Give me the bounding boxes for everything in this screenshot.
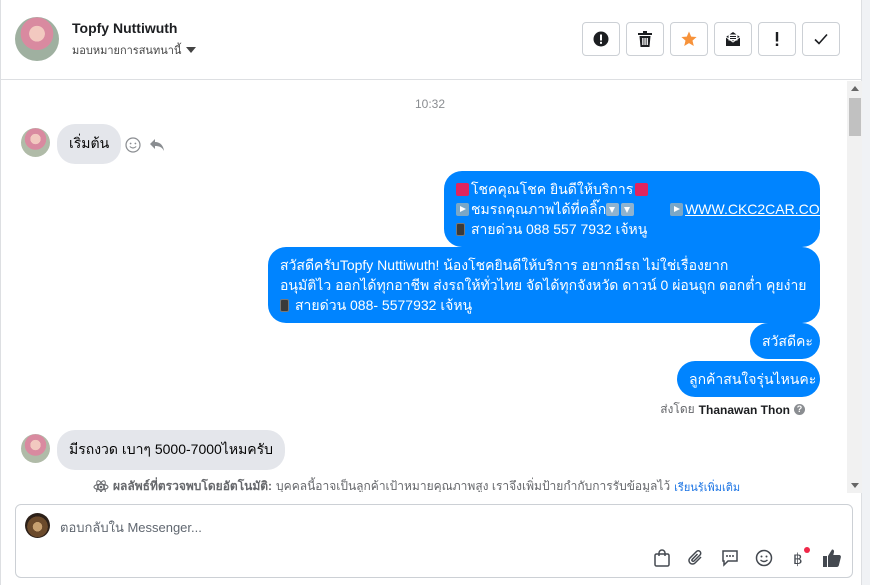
mark-unread-button[interactable] (714, 22, 752, 56)
inbox-conversation-panel: Topfy Nuttiwuth มอบหมายการสนทนานี้ 10:32… (0, 0, 863, 585)
follow-up-button[interactable] (758, 22, 796, 56)
mobile-phone-icon (280, 299, 289, 312)
window-scrollbar[interactable] (862, 0, 870, 585)
outgoing-message: สวัสดีคะ (750, 323, 820, 359)
message-text: สายด่วน 088- 5577932 เจ้หนู (295, 297, 473, 313)
incoming-message: มีรถงวด เบาๆ 5000-7000ไหมครับ (57, 430, 286, 470)
auto-detected-text: บุคคลนี้อาจเป็นลูกค้าเป้าหมายคุณภาพสูง เ… (276, 479, 671, 492)
incoming-message: เริ่มต้น (57, 124, 122, 164)
message-text: อนุมัติไว ออกได้ทุกอาชีพ ส่งรถให้ทั่วไทย… (280, 277, 807, 293)
page-avatar (25, 513, 50, 538)
red-square-icon (456, 183, 469, 196)
shopping-bag-icon[interactable] (652, 548, 672, 568)
conversation-toolbar (582, 22, 840, 56)
outgoing-message: ลูกค้าสนใจรุ่นไหนคะ (677, 361, 820, 397)
play-button-icon (670, 203, 684, 216)
star-icon (681, 31, 697, 46)
message-text: สวัสดีครับTopfy Nuttiwuth! น้องโชคยินดีใ… (280, 257, 729, 273)
auto-detected-note: ผลลัพธ์ที่ตรวจพบโดยอัตโนมัติ: บุคคลนี้อา… (93, 477, 740, 492)
star-button[interactable] (670, 22, 708, 56)
paperclip-icon[interactable] (686, 548, 706, 568)
caret-down-icon (186, 47, 197, 53)
reply-icon[interactable] (149, 138, 165, 152)
message-text: สายด่วน 088 557 7932 เจ้หนู (471, 221, 648, 237)
svg-text:฿: ฿ (793, 550, 803, 567)
auto-detected-title: ผลลัพธ์ที่ตรวจพบโดยอัตโนมัติ: (113, 479, 273, 492)
sent-by-label: ส่งโดย Thanawan Thon ? (660, 400, 805, 419)
message-actions (125, 137, 165, 153)
info-icon[interactable]: ? (794, 404, 805, 415)
mark-done-button[interactable] (802, 22, 840, 56)
assign-conversation-dropdown[interactable]: มอบหมายการสนทนานี้ (72, 41, 197, 59)
outgoing-message: โชคคุณโชค ยินดีให้บริการ ชมรถคุณภาพได้ที… (444, 171, 831, 247)
message-line: ชมรถคุณภาพได้ที่คลิ๊ก WWW.CKC2CAR.COM (456, 199, 831, 219)
contact-avatar-small (21, 128, 50, 157)
baht-payment-icon[interactable]: ฿ (788, 547, 810, 568)
trash-icon (638, 31, 652, 47)
check-icon (814, 33, 828, 45)
down-arrow-icon (621, 203, 635, 216)
sent-by-prefix: ส่งโดย (660, 402, 695, 416)
red-square-icon (635, 183, 649, 196)
contact-avatar-small (21, 434, 50, 463)
scroll-down-arrow-icon[interactable] (851, 483, 859, 488)
mobile-phone-icon (456, 223, 465, 236)
atom-icon (93, 479, 109, 492)
emoji-icon[interactable] (754, 548, 774, 568)
saved-reply-icon[interactable] (720, 548, 740, 568)
contact-avatar[interactable] (15, 17, 59, 61)
conversation-header: Topfy Nuttiwuth มอบหมายการสนทนานี้ (1, 0, 863, 80)
message-text: โชคคุณโชค ยินดีให้บริการ (471, 181, 634, 197)
alert-circle-icon (593, 31, 609, 47)
delete-button[interactable] (626, 22, 664, 56)
thumbs-up-icon[interactable] (822, 548, 842, 568)
emoji-reaction-icon[interactable] (125, 137, 141, 153)
sender-name: Thanawan Thon (698, 402, 790, 417)
reply-composer: ฿ (15, 504, 853, 578)
down-arrow-icon (606, 203, 620, 216)
composer-toolbar: ฿ (652, 547, 842, 568)
notification-dot (804, 547, 810, 553)
mark-spam-button[interactable] (582, 22, 620, 56)
contact-name[interactable]: Topfy Nuttiwuth (72, 20, 178, 36)
scroll-up-arrow-icon[interactable] (851, 86, 859, 91)
play-button-icon (456, 203, 469, 216)
envelope-icon (725, 32, 741, 46)
message-line: สายด่วน 088 557 7932 เจ้หนู (456, 219, 808, 239)
assign-label: มอบหมายการสนทนานี้ (72, 45, 182, 57)
message-line: สายด่วน 088- 5577932 เจ้หนู (280, 295, 808, 315)
exclamation-icon (775, 32, 779, 46)
scrollbar-thumb[interactable] (849, 98, 861, 136)
message-line: โชคคุณโชค ยินดีให้บริการ (456, 179, 808, 199)
thread-scrollbar[interactable] (847, 81, 863, 493)
website-link[interactable]: WWW.CKC2CAR.COM (685, 201, 831, 217)
message-thread[interactable]: 10:32 เริ่มต้น โชคคุณโชค ยินดีให้บริการ … (1, 80, 847, 492)
reply-input[interactable] (60, 517, 760, 537)
message-text: ชมรถคุณภาพได้ที่คลิ๊ก (471, 201, 607, 217)
learn-more-link[interactable]: เรียนรู้เพิ่มเติม (674, 478, 740, 493)
outgoing-message: สวัสดีครับTopfy Nuttiwuth! น้องโชคยินดีใ… (268, 247, 820, 323)
message-timestamp: 10:32 (414, 97, 446, 111)
